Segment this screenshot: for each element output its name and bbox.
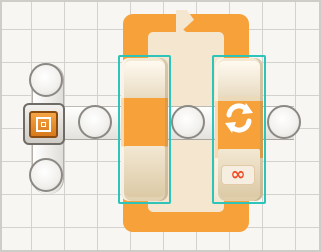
top-connector-ring[interactable] [29, 63, 63, 97]
slot-selection-outline [118, 55, 171, 204]
program-canvas[interactable]: ∞ [0, 0, 321, 252]
loop-forever-badge: ∞ [221, 165, 255, 185]
bottom-connector-ring[interactable] [29, 158, 63, 192]
start-glyph-icon [36, 117, 51, 132]
loop-cycle-icon [225, 103, 253, 133]
connector-ring[interactable] [78, 105, 112, 139]
connector-ring[interactable] [171, 105, 205, 139]
connector-ring[interactable] [267, 105, 301, 139]
